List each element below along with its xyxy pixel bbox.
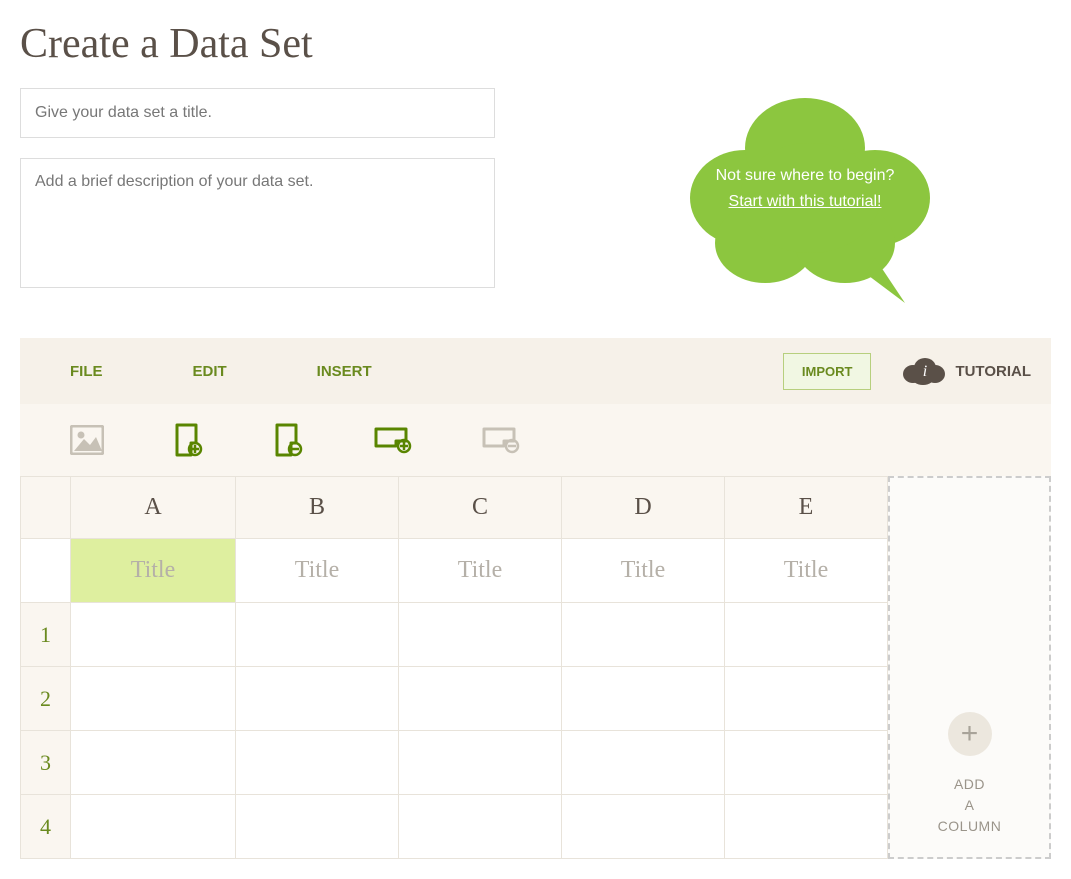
dataset-description-input[interactable] bbox=[20, 158, 495, 288]
row-header[interactable]: 2 bbox=[21, 667, 71, 731]
column-header[interactable]: E bbox=[725, 477, 888, 539]
add-column-button[interactable]: + ADD A COLUMN bbox=[888, 476, 1051, 859]
data-cell[interactable] bbox=[725, 731, 888, 795]
data-cell[interactable] bbox=[725, 667, 888, 731]
title-row-header bbox=[21, 539, 71, 603]
column-header[interactable]: C bbox=[399, 477, 562, 539]
icon-toolbar bbox=[20, 404, 1051, 476]
data-grid[interactable]: A B C D E Title Title Title Title Title … bbox=[20, 476, 888, 859]
remove-column-icon[interactable] bbox=[274, 423, 304, 457]
column-header[interactable]: A bbox=[71, 477, 236, 539]
column-title-cell[interactable]: Title bbox=[399, 539, 562, 603]
data-cell[interactable] bbox=[562, 603, 725, 667]
import-button[interactable]: IMPORT bbox=[783, 353, 872, 390]
column-title-cell[interactable]: Title bbox=[725, 539, 888, 603]
add-row-icon[interactable] bbox=[374, 426, 412, 454]
column-header[interactable]: B bbox=[236, 477, 399, 539]
data-cell[interactable] bbox=[71, 603, 236, 667]
grid-corner bbox=[21, 477, 71, 539]
row-header[interactable]: 1 bbox=[21, 603, 71, 667]
column-title-cell[interactable]: Title bbox=[71, 539, 236, 603]
image-icon[interactable] bbox=[70, 425, 104, 455]
tutorial-label: TUTORIAL bbox=[955, 363, 1031, 380]
start-tutorial-link[interactable]: Start with this tutorial! bbox=[729, 193, 882, 210]
data-cell[interactable] bbox=[71, 795, 236, 859]
bubble-text: Not sure where to begin? bbox=[716, 167, 895, 184]
data-cell[interactable] bbox=[399, 731, 562, 795]
dataset-title-input[interactable] bbox=[20, 88, 495, 138]
remove-row-icon[interactable] bbox=[482, 426, 520, 454]
menu-bar: FILE EDIT INSERT IMPORT i TUTORIAL bbox=[20, 338, 1051, 404]
data-cell[interactable] bbox=[399, 795, 562, 859]
menu-insert[interactable]: INSERT bbox=[317, 363, 372, 380]
column-header[interactable]: D bbox=[562, 477, 725, 539]
column-title-cell[interactable]: Title bbox=[236, 539, 399, 603]
data-cell[interactable] bbox=[236, 731, 399, 795]
row-header[interactable]: 4 bbox=[21, 795, 71, 859]
data-cell[interactable] bbox=[236, 603, 399, 667]
cloud-info-icon: i bbox=[901, 356, 945, 386]
add-column-label: ADD A COLUMN bbox=[938, 774, 1002, 837]
menu-edit[interactable]: EDIT bbox=[193, 363, 227, 380]
tutorial-bubble: ✕ Not sure where to begin? Start with th… bbox=[675, 88, 945, 313]
column-title-cell[interactable]: Title bbox=[562, 539, 725, 603]
data-cell[interactable] bbox=[725, 603, 888, 667]
data-cell[interactable] bbox=[71, 731, 236, 795]
svg-text:i: i bbox=[923, 363, 927, 380]
close-bubble-icon[interactable]: ✕ bbox=[878, 126, 895, 151]
add-column-icon[interactable] bbox=[174, 423, 204, 457]
data-cell[interactable] bbox=[399, 667, 562, 731]
data-cell[interactable] bbox=[725, 795, 888, 859]
menu-file[interactable]: FILE bbox=[70, 363, 103, 380]
tutorial-button[interactable]: i TUTORIAL bbox=[901, 356, 1031, 386]
row-header[interactable]: 3 bbox=[21, 731, 71, 795]
data-cell[interactable] bbox=[562, 731, 725, 795]
page-title: Create a Data Set bbox=[20, 20, 1051, 68]
data-cell[interactable] bbox=[562, 795, 725, 859]
data-cell[interactable] bbox=[399, 603, 562, 667]
data-cell[interactable] bbox=[236, 795, 399, 859]
plus-icon: + bbox=[948, 712, 992, 756]
data-cell[interactable] bbox=[236, 667, 399, 731]
data-cell[interactable] bbox=[71, 667, 236, 731]
data-cell[interactable] bbox=[562, 667, 725, 731]
